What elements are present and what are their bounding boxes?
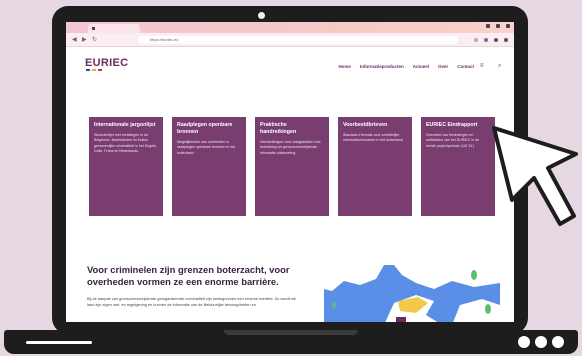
extension-icon[interactable] xyxy=(474,38,478,42)
laptop-screen: ◀ ▶ ↻ https://euriec.eu EURIEC Home Info… xyxy=(66,22,514,322)
extension-icon[interactable] xyxy=(484,38,488,42)
dot-icon xyxy=(518,336,530,348)
menu-icon[interactable] xyxy=(504,38,508,42)
nav-item-home[interactable]: Home xyxy=(338,64,351,69)
intro-paragraph: Bij de aanpak van grensoverschrijdende g… xyxy=(87,296,296,307)
browser-toolbar: ◀ ▶ ↻ https://euriec.eu xyxy=(66,33,514,47)
favicon-icon xyxy=(92,27,95,30)
card-jargonlijst[interactable]: Internationale jargonlijst Woordenlijst … xyxy=(89,117,163,216)
close-icon[interactable] xyxy=(506,24,510,28)
map-green-region xyxy=(485,304,491,314)
logo-flag-dots xyxy=(86,69,102,71)
nav-item-contact[interactable]: Contact xyxy=(457,64,474,69)
laptop-base-stripe xyxy=(26,341,92,344)
profile-icon[interactable] xyxy=(494,38,498,42)
card-text: Handreikingen voor vraagstukken met betr… xyxy=(260,140,321,155)
address-bar-url: https://euriec.eu xyxy=(150,37,179,42)
minimize-icon[interactable] xyxy=(486,24,490,28)
laptop-base-dots xyxy=(518,336,564,348)
site-header: EURIEC Home Informatieproducten Actueel … xyxy=(66,47,514,77)
card-title: Raadplegen openbare bronnen xyxy=(177,122,233,135)
nav-item-informatieproducten[interactable]: Informatieproducten xyxy=(360,64,404,69)
window-controls xyxy=(486,24,510,28)
laptop-base xyxy=(4,330,578,354)
dot-icon xyxy=(535,336,547,348)
card-text: Standaard formats voor schriftelijke inf… xyxy=(343,133,403,143)
card-text: Woordenlijst met vertalingen in de Belgi… xyxy=(94,133,157,154)
reload-icon[interactable]: ↻ xyxy=(92,37,98,43)
map-marker xyxy=(396,317,406,322)
nav-item-actueel[interactable]: Actueel xyxy=(413,64,429,69)
laptop-bezel: ◀ ▶ ↻ https://euriec.eu EURIEC Home Info… xyxy=(52,6,528,334)
dot-icon xyxy=(552,336,564,348)
main-nav: Home Informatieproducten Actueel Over Co… xyxy=(338,64,474,69)
laptop-hinge-notch xyxy=(224,330,358,335)
back-icon[interactable]: ◀ xyxy=(72,37,78,43)
card-voorbeeldbrieven[interactable]: Voorbeeldbrieven Standaard formats voor … xyxy=(338,117,412,216)
card-text: Overzicht van bevindingen en activiteite… xyxy=(426,133,480,148)
browser-tab-bar xyxy=(66,22,514,33)
card-title: EURIEC Eindrapport xyxy=(426,122,478,128)
mouse-pointer-icon xyxy=(492,126,578,226)
card-title: Internationale jargonlijst xyxy=(94,122,156,128)
card-title: Praktische handreikingen xyxy=(260,122,297,135)
nav-item-over[interactable]: Over xyxy=(438,64,448,69)
browser-tab[interactable] xyxy=(88,24,140,33)
language-flag-icon[interactable]: ≡ xyxy=(480,63,484,69)
product-cards: Internationale jargonlijst Woordenlijst … xyxy=(89,117,495,216)
card-handreikingen[interactable]: Praktische handreikingen Handreikingen v… xyxy=(255,117,329,216)
card-text: Mogelijkheden van overheden in raadplege… xyxy=(177,140,236,155)
site-logo[interactable]: EURIEC xyxy=(85,57,128,69)
map-green-region xyxy=(332,302,336,308)
address-bar[interactable]: https://euriec.eu xyxy=(138,36,458,44)
forward-icon[interactable]: ▶ xyxy=(82,37,88,43)
card-eindrapport[interactable]: EURIEC Eindrapport Overzicht van bevindi… xyxy=(421,117,495,216)
card-title: Voorbeeldbrieven xyxy=(343,122,388,128)
maximize-icon[interactable] xyxy=(496,24,500,28)
region-map-illustration xyxy=(324,265,500,322)
card-openbare-bronnen[interactable]: Raadplegen openbare bronnen Mogelijkhede… xyxy=(172,117,246,216)
intro-headline: Voor criminelen zijn grenzen boterzacht,… xyxy=(87,264,290,287)
webcam-icon xyxy=(258,12,265,19)
map-green-region xyxy=(471,270,477,280)
search-icon[interactable]: ⌕ xyxy=(498,63,501,70)
